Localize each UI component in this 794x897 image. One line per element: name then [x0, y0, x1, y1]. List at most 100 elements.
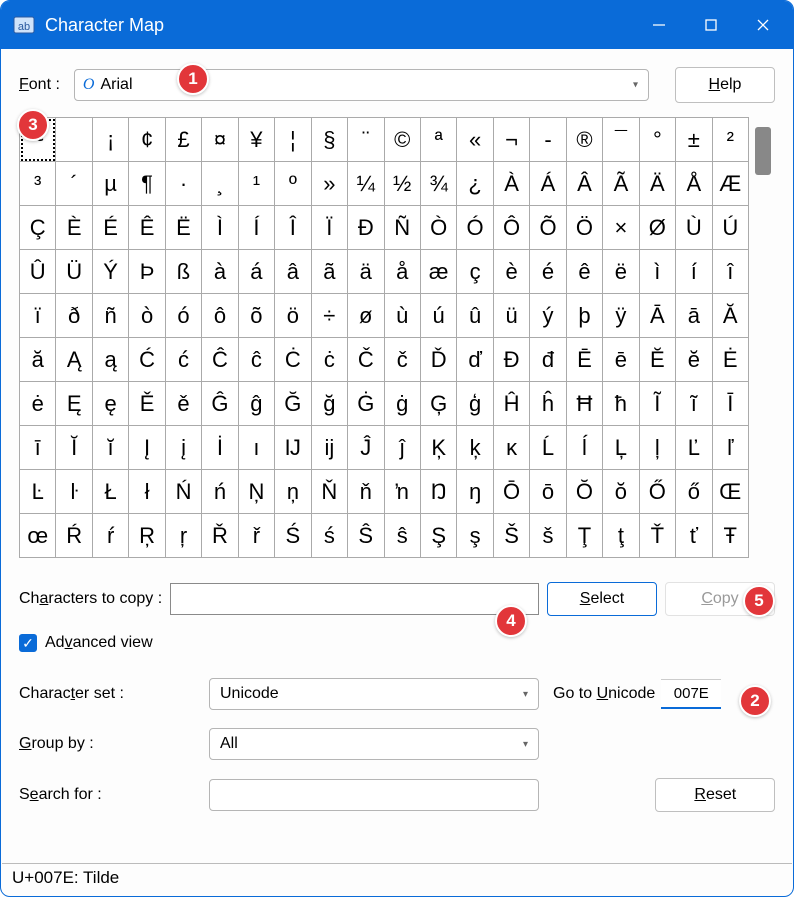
character-cell[interactable]: Ü: [56, 250, 92, 294]
character-cell[interactable]: ě: [166, 382, 202, 426]
character-cell[interactable]: Ĉ: [202, 338, 238, 382]
character-cell[interactable]: ×: [603, 206, 639, 250]
select-button[interactable]: Select: [547, 582, 657, 616]
characters-to-copy-input[interactable]: [170, 583, 539, 615]
character-cell[interactable]: ú: [421, 294, 457, 338]
character-cell[interactable]: æ: [421, 250, 457, 294]
search-input[interactable]: [209, 779, 539, 811]
character-cell[interactable]: í: [676, 250, 712, 294]
character-cell[interactable]: Ş: [421, 514, 457, 558]
character-cell[interactable]: ş: [457, 514, 493, 558]
character-cell[interactable]: Ñ: [385, 206, 421, 250]
character-cell[interactable]: ť: [676, 514, 712, 558]
character-cell[interactable]: Á: [530, 162, 566, 206]
character-cell[interactable]: ĕ: [676, 338, 712, 382]
character-cell[interactable]: ġ: [385, 382, 421, 426]
group-by-combobox[interactable]: All ▾: [209, 728, 539, 760]
character-cell[interactable]: Ĥ: [494, 382, 530, 426]
character-cell[interactable]: œ: [20, 514, 56, 558]
character-cell[interactable]: č: [385, 338, 421, 382]
character-cell[interactable]: ®: [567, 118, 603, 162]
character-cell[interactable]: È: [56, 206, 92, 250]
advanced-view-label[interactable]: Advanced view: [45, 634, 153, 652]
character-cell[interactable]: Ä: [640, 162, 676, 206]
character-cell[interactable]: Å: [676, 162, 712, 206]
character-cell[interactable]: Ő: [640, 470, 676, 514]
character-cell[interactable]: ù: [385, 294, 421, 338]
character-cell[interactable]: ï: [20, 294, 56, 338]
character-cell[interactable]: Ň: [312, 470, 348, 514]
character-cell[interactable]: ÿ: [603, 294, 639, 338]
character-cell[interactable]: á: [239, 250, 275, 294]
character-cell[interactable]: ř: [239, 514, 275, 558]
character-cell[interactable]: Ù: [676, 206, 712, 250]
character-cell[interactable]: ü: [494, 294, 530, 338]
character-cell[interactable]: Ď: [421, 338, 457, 382]
character-cell[interactable]: Ľ: [676, 426, 712, 470]
help-button[interactable]: Help: [675, 67, 775, 103]
character-cell[interactable]: Į: [129, 426, 165, 470]
character-cell[interactable]: Ă: [713, 294, 749, 338]
character-cell[interactable]: °: [640, 118, 676, 162]
character-cell[interactable]: ß: [166, 250, 202, 294]
character-cell[interactable]: Ť: [640, 514, 676, 558]
character-cell[interactable]: Ì: [202, 206, 238, 250]
character-cell[interactable]: ô: [202, 294, 238, 338]
character-cell[interactable]: ţ: [603, 514, 639, 558]
character-cell[interactable]: ò: [129, 294, 165, 338]
character-cell[interactable]: ´: [56, 162, 92, 206]
character-cell[interactable]: ķ: [457, 426, 493, 470]
character-cell[interactable]: Ĺ: [530, 426, 566, 470]
character-cell[interactable]: Ě: [129, 382, 165, 426]
character-cell[interactable]: à: [202, 250, 238, 294]
character-cell[interactable]: ¦: [275, 118, 311, 162]
character-cell[interactable]: ¡: [93, 118, 129, 162]
character-cell[interactable]: ì: [640, 250, 676, 294]
character-cell[interactable]: Ń: [166, 470, 202, 514]
character-cell[interactable]: ¸: [202, 162, 238, 206]
character-cell[interactable]: ¥: [239, 118, 275, 162]
character-cell[interactable]: å: [385, 250, 421, 294]
character-cell[interactable]: ś: [312, 514, 348, 558]
character-cell[interactable]: Ã: [603, 162, 639, 206]
character-cell[interactable]: ã: [312, 250, 348, 294]
scrollbar-thumb[interactable]: [755, 127, 771, 175]
character-cell[interactable]: ă: [20, 338, 56, 382]
character-cell[interactable]: î: [713, 250, 749, 294]
character-cell[interactable]: Ï: [312, 206, 348, 250]
character-cell[interactable]: ²: [713, 118, 749, 162]
character-cell[interactable]: đ: [530, 338, 566, 382]
character-cell[interactable]: ō: [530, 470, 566, 514]
character-cell[interactable]: Ħ: [567, 382, 603, 426]
character-cell[interactable]: ¬: [494, 118, 530, 162]
character-cell[interactable]: Ć: [129, 338, 165, 382]
character-cell[interactable]: ŀ: [56, 470, 92, 514]
character-cell[interactable]: ő: [676, 470, 712, 514]
character-grid[interactable]: ~ ¡¢£¤¥¦§¨©ª«¬-®¯°±²³´µ¶·¸¹º»¼½¾¿ÀÁÂÃÄÅÆ…: [19, 117, 749, 558]
character-cell[interactable]: Ŀ: [20, 470, 56, 514]
character-cell[interactable]: į: [166, 426, 202, 470]
character-cell[interactable]: ģ: [457, 382, 493, 426]
character-cell[interactable]: Æ: [713, 162, 749, 206]
character-cell[interactable]: Ô: [494, 206, 530, 250]
character-cell[interactable]: ä: [348, 250, 384, 294]
character-cell[interactable]: Ê: [129, 206, 165, 250]
character-cell[interactable]: þ: [567, 294, 603, 338]
character-set-combobox[interactable]: Unicode ▾: [209, 678, 539, 710]
character-cell[interactable]: Ķ: [421, 426, 457, 470]
advanced-view-checkbox[interactable]: ✓: [19, 634, 37, 652]
character-cell[interactable]: ĝ: [239, 382, 275, 426]
character-cell[interactable]: ¼: [348, 162, 384, 206]
character-cell[interactable]: Ŝ: [348, 514, 384, 558]
character-cell[interactable]: ½: [385, 162, 421, 206]
character-cell[interactable]: Ģ: [421, 382, 457, 426]
character-cell[interactable]: ¹: [239, 162, 275, 206]
character-cell[interactable]: ±: [676, 118, 712, 162]
character-cell[interactable]: ī: [20, 426, 56, 470]
character-cell[interactable]: ö: [275, 294, 311, 338]
character-cell[interactable]: Đ: [494, 338, 530, 382]
character-cell[interactable]: Ĳ: [275, 426, 311, 470]
character-cell[interactable]: Û: [20, 250, 56, 294]
character-cell[interactable]: ó: [166, 294, 202, 338]
character-cell[interactable]: -: [530, 118, 566, 162]
